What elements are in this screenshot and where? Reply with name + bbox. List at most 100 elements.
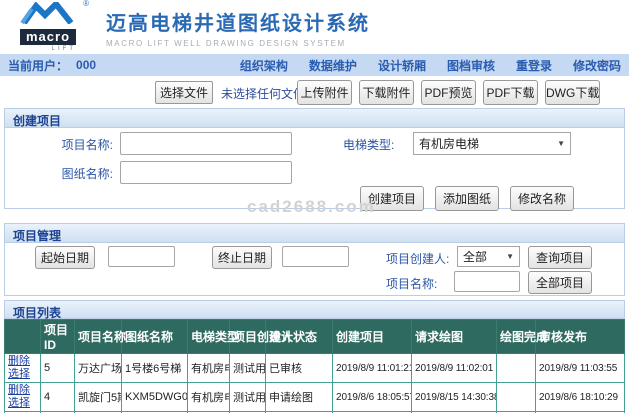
project-creator-label: 项目创建人: <box>386 250 449 267</box>
column-header: 图纸名称 <box>122 320 188 354</box>
file-action-button[interactable]: PDF下载 <box>483 80 538 105</box>
delete-link[interactable]: 删除 <box>8 384 30 396</box>
column-header: 审核发布 <box>536 320 625 354</box>
drawing-name-cell: 1号楼6号梯 <box>122 354 188 383</box>
file-action-button[interactable]: 下载附件 <box>359 80 414 105</box>
elevator-type-selected-value: 有机房电梯 <box>419 135 479 152</box>
create-action-button[interactable]: 修改名称 <box>510 186 574 211</box>
create-project-panel-title: 创建项目 <box>5 109 624 128</box>
elevator-type-cell: 有机房电梯 <box>188 354 230 383</box>
project-name-label: 项目名称: <box>5 136 113 153</box>
review-publish-time-cell: 2019/8/9 11:03:55 <box>536 354 625 383</box>
drawing-name-input[interactable] <box>120 161 292 184</box>
drawing-name-cell: KXM5DWG001 <box>122 383 188 412</box>
created-time-cell: 2019/8/6 18:05:57 <box>333 383 412 412</box>
project-creator-select[interactable]: 全部 ▼ <box>457 246 520 267</box>
review-publish-time-cell: 2019/8/6 18:10:29 <box>536 383 625 412</box>
nav-item[interactable]: 图档审核 <box>447 59 495 73</box>
project-manage-panel: 项目管理 起始日期 终止日期 项目创建人: 全部 ▼ 查询项目 项目名称: 全部… <box>4 223 625 296</box>
project-list-table-head: 项目ID项目名称图纸名称电梯类型项目创建人设计状态创建项目请求绘图绘图完成审核发… <box>5 320 625 354</box>
create-action-buttons: 创建项目添加图纸修改名称 <box>360 186 574 211</box>
elevator-type-select[interactable]: 有机房电梯 ▼ <box>413 132 571 155</box>
create-action-button[interactable]: 创建项目 <box>360 186 424 211</box>
table-row: 删除 选择 4 凯旋门5期 KXM5DWG001 有机房电梯 测试用户 申请绘图… <box>5 383 625 412</box>
table-header-row: 项目ID项目名称图纸名称电梯类型项目创建人设计状态创建项目请求绘图绘图完成审核发… <box>5 320 625 354</box>
current-user-label: 当前用户： <box>8 57 68 74</box>
chevron-down-icon: ▼ <box>557 139 565 148</box>
select-link[interactable]: 选择 <box>8 397 30 409</box>
end-date-input[interactable] <box>282 246 349 267</box>
end-date-button[interactable]: 终止日期 <box>212 246 272 269</box>
project-creator-selected-value: 全部 <box>463 248 487 265</box>
design-status-cell: 申请绘图 <box>266 383 333 412</box>
row-actions-cell: 删除 选择 <box>5 383 41 412</box>
file-action-button[interactable]: 上传附件 <box>297 80 352 105</box>
current-user-value: 000 <box>76 58 96 72</box>
project-id-cell: 5 <box>41 354 75 383</box>
project-manage-body: 起始日期 终止日期 项目创建人: 全部 ▼ 查询项目 项目名称: 全部项目 <box>5 243 624 295</box>
app-header: ® macro LIFT 迈高电梯井道图纸设计系统 MACRO LIFT WEL… <box>0 0 629 54</box>
no-file-selected-text: 未选择任何文件 <box>221 85 305 102</box>
brand-name: macro <box>20 29 76 45</box>
column-header: 项目创建人 <box>230 320 266 354</box>
column-header: 项目名称 <box>75 320 122 354</box>
nav-item[interactable]: 组织架构 <box>240 59 288 73</box>
app-page: ® macro LIFT 迈高电梯井道图纸设计系统 MACRO LIFT WEL… <box>0 0 629 413</box>
title-block: 迈高电梯井道图纸设计系统 MACRO LIFT WELL DRAWING DES… <box>106 7 370 48</box>
created-time-cell: 2019/8/9 11:01:21 <box>333 354 412 383</box>
project-name-input[interactable] <box>120 132 292 155</box>
brand-sub-name: LIFT <box>20 46 76 52</box>
nav-item[interactable]: 重登录 <box>516 59 552 73</box>
column-header: 创建项目 <box>333 320 412 354</box>
project-id-cell: 4 <box>41 383 75 412</box>
all-projects-button[interactable]: 全部项目 <box>528 271 592 294</box>
create-project-body: 项目名称: 电梯类型: 有机房电梯 ▼ 图纸名称: 创建项目添加图纸修改名称 <box>5 128 624 208</box>
page-title: 迈高电梯井道图纸设计系统 <box>106 7 370 36</box>
drawing-name-label: 图纸名称: <box>5 165 113 182</box>
file-action-button[interactable]: DWG下载 <box>545 80 600 105</box>
column-header <box>5 320 41 354</box>
row-actions-cell: 删除 选择 <box>5 354 41 383</box>
create-project-panel: 创建项目 项目名称: 电梯类型: 有机房电梯 ▼ 图纸名称: 创建项目添加图纸修… <box>4 108 625 209</box>
request-drawing-time-cell: 2019/8/15 14:30:38 <box>412 383 497 412</box>
nav-items: 组织架构 数据维护 设计轿厢 图档审核 重登录 修改密码 <box>219 57 621 74</box>
elevator-type-cell: 有机房电梯 <box>188 383 230 412</box>
project-manage-panel-title: 项目管理 <box>5 224 624 243</box>
manage-project-name-input[interactable] <box>454 271 520 292</box>
project-list-table-body: 删除 选择 5 万达广场 1号楼6号梯 有机房电梯 测试用户 已审核 2019/… <box>5 354 625 413</box>
query-projects-button[interactable]: 查询项目 <box>528 246 592 269</box>
drawing-complete-time-cell <box>497 383 536 412</box>
create-action-button[interactable]: 添加图纸 <box>435 186 499 211</box>
select-link[interactable]: 选择 <box>8 368 30 380</box>
drawing-complete-time-cell <box>497 354 536 383</box>
nav-item[interactable]: 修改密码 <box>573 59 621 73</box>
mountain-logo-icon <box>20 2 76 24</box>
delete-link[interactable]: 删除 <box>8 355 30 367</box>
manage-project-name-label: 项目名称: <box>386 275 437 292</box>
request-drawing-time-cell: 2019/8/9 11:02:01 <box>412 354 497 383</box>
project-list-table: 项目ID项目名称图纸名称电梯类型项目创建人设计状态创建项目请求绘图绘图完成审核发… <box>4 319 625 413</box>
table-row: 删除 选择 5 万达广场 1号楼6号梯 有机房电梯 测试用户 已审核 2019/… <box>5 354 625 383</box>
column-header: 电梯类型 <box>188 320 230 354</box>
choose-file-button[interactable]: 选择文件 <box>155 81 213 104</box>
file-toolbar: 选择文件 未选择任何文件 上传附件下载附件 PDF预览 PDF下载 DWG下载 <box>0 80 629 104</box>
column-header: 项目ID <box>41 320 75 354</box>
start-date-button[interactable]: 起始日期 <box>35 246 95 269</box>
project-name-cell: 万达广场 <box>75 354 122 383</box>
chevron-down-icon: ▼ <box>506 252 514 261</box>
elevator-type-label: 电梯类型: <box>343 136 394 153</box>
creator-cell: 测试用户 <box>230 354 266 383</box>
project-name-cell: 凯旋门5期 <box>75 383 122 412</box>
brand-logo: ® macro LIFT <box>20 2 80 52</box>
nav-item[interactable]: 数据维护 <box>309 59 357 73</box>
page-subtitle: MACRO LIFT WELL DRAWING DESIGN SYSTEM <box>106 39 370 48</box>
creator-cell: 测试用户 <box>230 383 266 412</box>
nav-item[interactable]: 设计轿厢 <box>378 59 426 73</box>
registered-trademark-icon: ® <box>83 0 89 8</box>
top-nav: 当前用户： 000 组织架构 数据维护 设计轿厢 图档审核 重登录 修改密码 <box>0 54 629 76</box>
design-status-cell: 已审核 <box>266 354 333 383</box>
column-header: 请求绘图 <box>412 320 497 354</box>
file-action-buttons: 上传附件下载附件 PDF预览 PDF下载 DWG下载 <box>297 80 600 105</box>
file-action-button[interactable]: PDF预览 <box>421 80 476 105</box>
start-date-input[interactable] <box>108 246 175 267</box>
